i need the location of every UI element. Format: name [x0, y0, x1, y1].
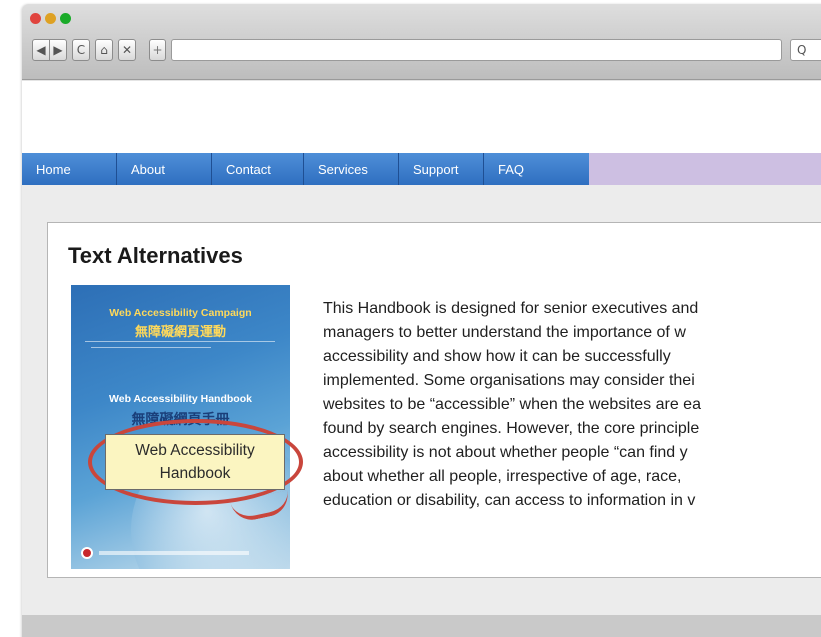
forward-icon[interactable]: ▶: [49, 39, 67, 61]
description-text: This Handbook is designed for senior exe…: [323, 297, 821, 513]
description-line: accessibility and show how it can be suc…: [323, 348, 671, 365]
description-line: websites to be “accessible” when the web…: [323, 396, 701, 413]
back-icon[interactable]: ◀: [32, 39, 50, 61]
main-navigation: Home About Contact Services Support FAQ: [22, 153, 589, 185]
section-title: Text Alternatives: [68, 243, 243, 268]
description-line: education or disability, can access to i…: [323, 492, 696, 509]
nav-item-support[interactable]: Support: [399, 153, 484, 185]
nav-item-about[interactable]: About: [117, 153, 212, 185]
description-line: implemented. Some organisations may cons…: [323, 372, 695, 389]
nav-item-contact[interactable]: Contact: [212, 153, 304, 185]
search-icon[interactable]: Q: [790, 39, 821, 61]
browser-toolbar: ◀ ▶ C ⌂ ✕ + Q: [22, 4, 821, 80]
maximize-window-button[interactable]: [60, 13, 71, 24]
cover-footer-line: [99, 551, 249, 555]
page-footer: [22, 615, 821, 637]
menu-bar: Home About Contact Services Support FAQ: [22, 153, 821, 185]
home-icon[interactable]: ⌂: [95, 39, 113, 61]
new-tab-icon[interactable]: +: [149, 39, 166, 61]
government-logo: [81, 547, 93, 559]
browser-window: ◀ ▶ C ⌂ ✕ + Q Home About Contact Service…: [22, 4, 821, 637]
alt-text-tooltip: Web Accessibility Handbook: [105, 434, 285, 490]
page-header: [22, 81, 821, 153]
description-line: about whether all people, irrespective o…: [323, 468, 682, 485]
stop-icon[interactable]: ✕: [118, 39, 136, 61]
description-line: accessibility is not about whether peopl…: [323, 444, 688, 461]
cover-campaign-title: Web Accessibility Campaign: [109, 307, 252, 319]
cover-handbook-title: Web Accessibility Handbook: [109, 393, 252, 405]
address-bar[interactable]: [171, 39, 782, 61]
content-panel: Text Alternatives Web Accessibility Camp…: [47, 222, 821, 578]
cover-divider: [85, 341, 275, 342]
nav-item-services[interactable]: Services: [304, 153, 399, 185]
description-line: This Handbook is designed for senior exe…: [323, 300, 699, 317]
reload-icon[interactable]: C: [72, 39, 90, 61]
minimize-window-button[interactable]: [45, 13, 56, 24]
description-line: found by search engines. However, the co…: [323, 420, 700, 437]
close-window-button[interactable]: [30, 13, 41, 24]
cover-campaign-title-chinese: 無障礙網頁運動: [134, 324, 226, 339]
tooltip-line-2: Handbook: [159, 465, 231, 482]
cover-divider: [91, 347, 211, 348]
description-line: managers to better understand the import…: [323, 324, 686, 341]
tooltip-line-1: Web Accessibility: [135, 442, 255, 459]
nav-item-home[interactable]: Home: [22, 153, 117, 185]
nav-item-faq[interactable]: FAQ: [484, 153, 589, 185]
